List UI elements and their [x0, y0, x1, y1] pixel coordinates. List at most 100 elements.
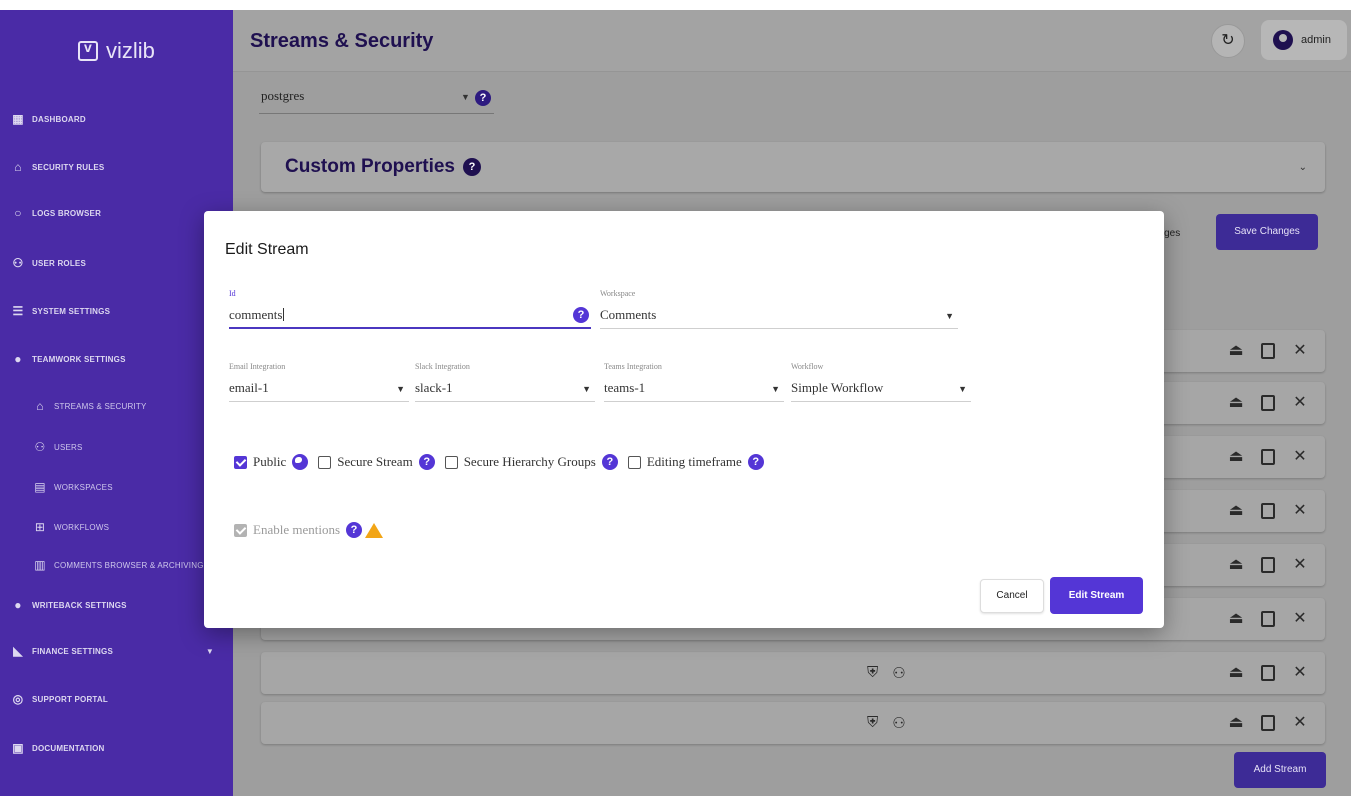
copy-icon[interactable] [1261, 449, 1275, 465]
help-icon[interactable]: ? [475, 90, 491, 106]
help-icon[interactable]: ? [573, 307, 589, 323]
close-icon[interactable]: ✕ [1291, 714, 1309, 732]
enable-mentions-checkbox: Enable mentions ? [234, 522, 384, 538]
help-icon[interactable]: ? [601, 454, 618, 470]
checkbox-icon[interactable] [627, 455, 641, 469]
workspace-value: Comments [600, 307, 657, 322]
user-icon[interactable]: ⏏ [1227, 342, 1245, 360]
slack-integration-select[interactable]: slack-1 ▼ [415, 376, 595, 402]
id-input[interactable]: comments ? [229, 303, 591, 329]
workspace-label: Workspace [600, 289, 636, 298]
sidebar-item-workflows[interactable]: ⊞ WORKFLOWS [32, 520, 222, 534]
users-icon: ⚇ [12, 256, 24, 270]
secure-stream-checkbox[interactable]: Secure Stream ? [318, 454, 435, 470]
row-actions: ⏏ ✕ [1227, 714, 1309, 732]
chevron-down-icon: ▼ [396, 384, 405, 394]
close-icon[interactable]: ✕ [1291, 556, 1309, 574]
close-icon[interactable]: ✕ [1291, 502, 1309, 520]
chevron-down-icon: ▼ [461, 92, 470, 102]
brand-logo[interactable]: vizlib [78, 38, 155, 64]
close-icon[interactable]: ✕ [1291, 394, 1309, 412]
slack-integration-value: slack-1 [415, 380, 453, 395]
sidebar-item-user-roles[interactable]: ⚇ USER ROLES [10, 256, 220, 270]
user-icon[interactable]: ⏏ [1227, 556, 1245, 574]
sidebar-item-label: COMMENTS BROWSER & ARCHIVING [54, 560, 204, 570]
add-stream-button[interactable]: Add Stream [1234, 752, 1326, 788]
sidebar-item-label: LOGS BROWSER [32, 208, 102, 218]
lock-icon: ⌂ [36, 399, 44, 413]
user-icon[interactable]: ⏏ [1227, 714, 1245, 732]
public-label: Public [253, 454, 287, 469]
user-icon[interactable]: ⏏ [1227, 664, 1245, 682]
copy-icon[interactable] [1261, 395, 1275, 411]
close-icon[interactable]: ✕ [1291, 448, 1309, 466]
workspace-select[interactable]: Comments ▼ [600, 303, 958, 329]
sidebar-item-support-portal[interactable]: ◎ SUPPORT PORTAL [10, 692, 220, 706]
shield-icon: ⛨ [867, 714, 879, 731]
chevron-down-icon: ▼ [958, 384, 967, 394]
dialog-title: Edit Stream [225, 241, 309, 258]
email-integration-value: email-1 [229, 380, 269, 395]
workflow-select[interactable]: Simple Workflow ▼ [791, 376, 971, 402]
sidebar-item-comments-browser[interactable]: ▥ COMMENTS BROWSER & ARCHIVING [32, 558, 222, 572]
editing-timeframe-checkbox[interactable]: Editing timeframe ? [627, 454, 764, 470]
edit-stream-button[interactable]: Edit Stream [1050, 577, 1143, 614]
checkbox-icon[interactable] [444, 455, 458, 469]
top-bar: Streams & Security ↻ admin [233, 10, 1351, 72]
help-icon[interactable]: ? [462, 158, 481, 176]
secure-stream-label: Secure Stream [337, 454, 413, 469]
refresh-icon: ↻ [1221, 32, 1235, 49]
checkbox-icon[interactable] [318, 455, 332, 469]
copy-icon[interactable] [1261, 557, 1275, 573]
db-integration-select[interactable]: postgres ▼ ? [259, 82, 494, 114]
sliders-icon: ☰ [12, 304, 24, 318]
sidebar-item-finance-settings[interactable]: ◣ FINANCE SETTINGS ▼ [10, 644, 220, 658]
sidebar-item-security-rules[interactable]: ⌂ SECURITY RULES [10, 160, 220, 174]
refresh-button[interactable]: ↻ [1211, 24, 1245, 58]
workflow-icon: ⊞ [34, 520, 46, 534]
copy-icon[interactable] [1261, 715, 1275, 731]
custom-properties-panel[interactable]: Custom Properties ? ⌄ [261, 142, 1325, 192]
help-icon[interactable]: ? [346, 522, 363, 538]
checkbox-checked-icon[interactable] [234, 455, 247, 469]
sidebar-item-label: USERS [54, 442, 83, 452]
user-icon[interactable]: ⏏ [1227, 394, 1245, 412]
help-icon[interactable]: ? [747, 454, 764, 470]
copy-icon[interactable] [1261, 503, 1275, 519]
sidebar-item-label: WRITEBACK SETTINGS [32, 600, 127, 610]
copy-icon[interactable] [1261, 665, 1275, 681]
sidebar-item-dashboard[interactable]: ▦ DASHBOARD [10, 112, 220, 126]
sidebar-item-system-settings[interactable]: ☰ SYSTEM SETTINGS ▼ [10, 304, 220, 318]
user-icon[interactable]: ⏏ [1227, 502, 1245, 520]
sidebar-item-streams-security[interactable]: ⌂ STREAMS & SECURITY [32, 399, 222, 413]
secure-hierarchy-checkbox[interactable]: Secure Hierarchy Groups ? [444, 454, 618, 470]
sidebar-item-teamwork-settings[interactable]: ● TEAMWORK SETTINGS ▲ [10, 352, 220, 366]
sidebar-item-writeback-settings[interactable]: ● WRITEBACK SETTINGS ▼ [10, 598, 220, 612]
sidebar-item-label: DOCUMENTATION [32, 743, 105, 753]
save-changes-button[interactable]: Save Changes [1216, 214, 1318, 250]
shield-icon: ⛨ [867, 664, 879, 681]
teams-integration-select[interactable]: teams-1 ▼ [604, 376, 784, 402]
cancel-button[interactable]: Cancel [980, 579, 1044, 613]
sidebar-item-label: SUPPORT PORTAL [32, 694, 108, 704]
user-menu-button[interactable]: admin [1261, 20, 1347, 60]
sidebar-item-users[interactable]: ⚇ USERS [32, 440, 222, 454]
public-checkbox[interactable]: Public [234, 454, 309, 470]
custom-properties-title: Custom Properties ? [285, 156, 481, 178]
close-icon[interactable]: ✕ [1291, 610, 1309, 628]
copy-icon[interactable] [1261, 343, 1275, 359]
lock-icon: ⌂ [14, 160, 22, 174]
close-icon[interactable]: ✕ [1291, 664, 1309, 682]
users-icon: ⚇ [34, 440, 46, 454]
email-integration-select[interactable]: email-1 ▼ [229, 376, 409, 402]
sidebar-item-documentation[interactable]: ▣ DOCUMENTATION [10, 741, 220, 755]
user-icon[interactable]: ⏏ [1227, 610, 1245, 628]
copy-icon[interactable] [1261, 611, 1275, 627]
sidebar-item-workspaces[interactable]: ▤ WORKSPACES [32, 480, 222, 494]
sidebar-item-label: SECURITY RULES [32, 162, 105, 172]
close-icon[interactable]: ✕ [1291, 342, 1309, 360]
row-actions: ⏏ ✕ [1227, 502, 1309, 520]
help-icon[interactable]: ? [418, 454, 435, 470]
sidebar-item-logs-browser[interactable]: ○ LOGS BROWSER [10, 206, 220, 220]
user-icon[interactable]: ⏏ [1227, 448, 1245, 466]
